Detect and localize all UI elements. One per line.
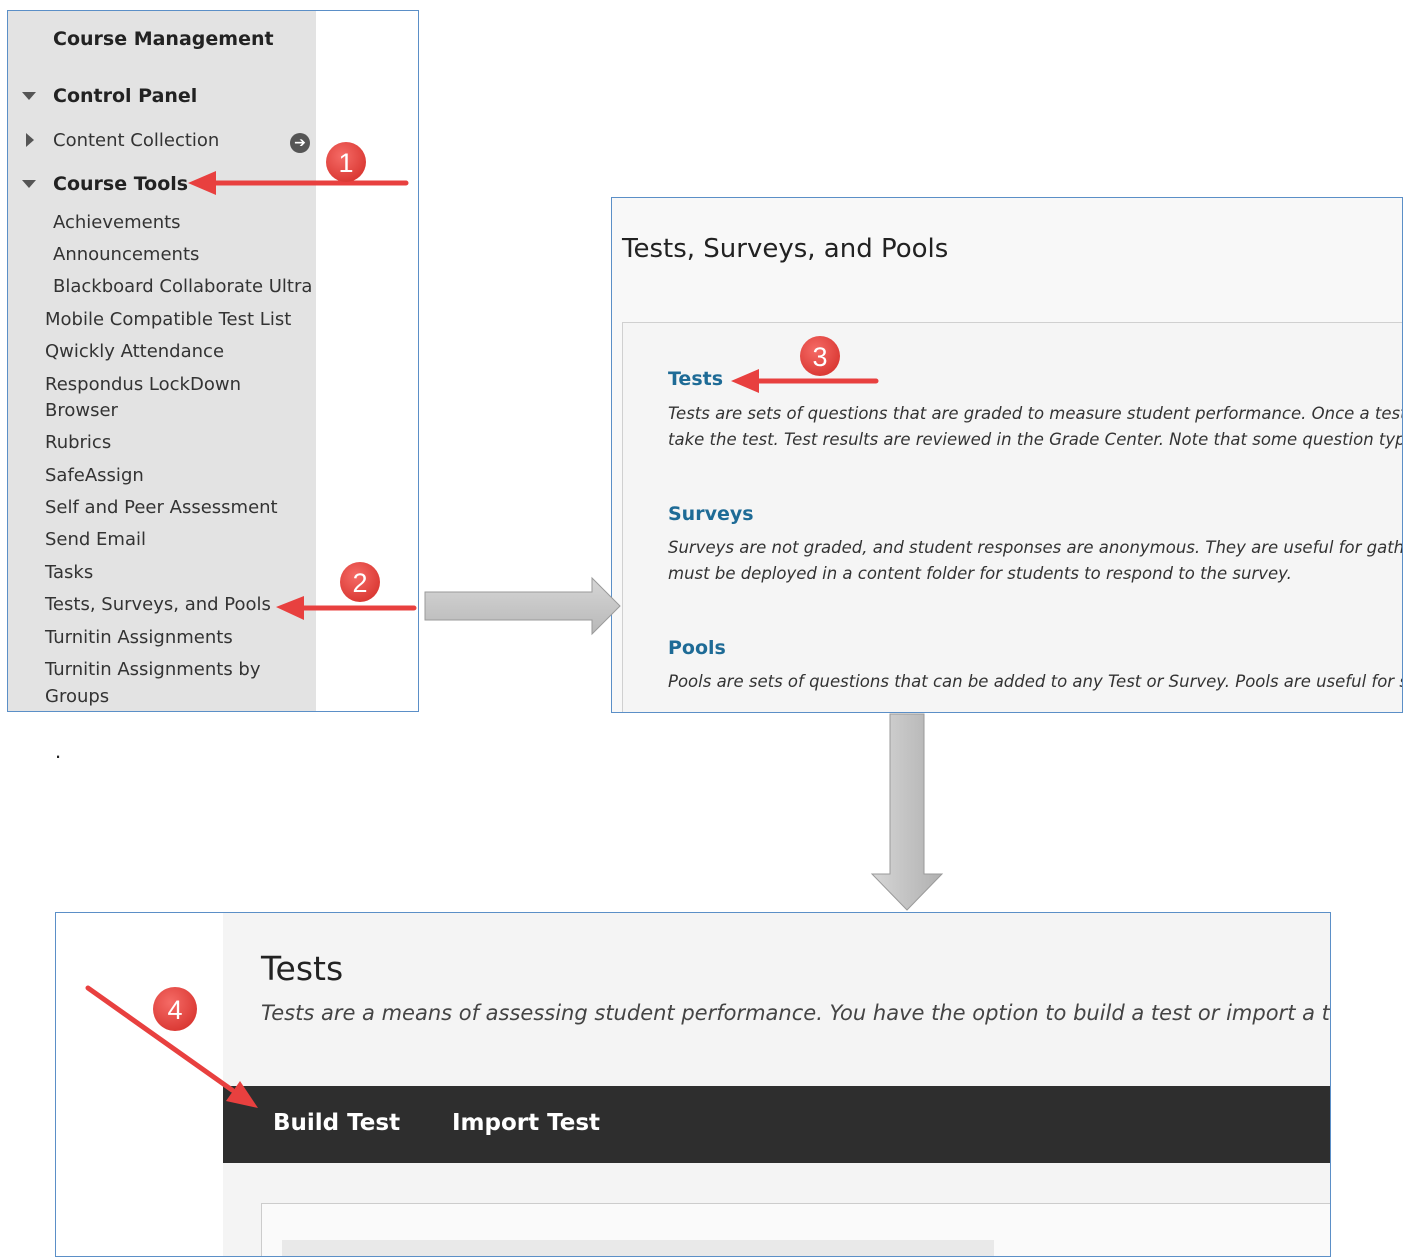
course-management-menu: Course Management Control Panel Content … [8,11,316,711]
menu-item-turnitin-by-groups-cont[interactable]: Groups [45,686,109,708]
page-description: Tests are a means of assessing student p… [261,1001,1331,1025]
menu-item-qwickly-attendance[interactable]: Qwickly Attendance [45,341,224,363]
action-bar: Build Test Import Test [223,1086,1330,1163]
menu-item-respondus-lockdown[interactable]: Respondus LockDown [45,374,241,396]
build-test-button[interactable]: Build Test [273,1110,400,1136]
tests-content-area: Tests Tests are a means of assessing stu… [223,913,1331,1256]
stray-dot: . [55,738,62,763]
import-test-button[interactable]: Import Test [452,1110,600,1136]
tsp-content-box: Tests Tests are sets of questions that a… [622,322,1403,712]
menu-item-turnitin-by-groups[interactable]: Turnitin Assignments by [45,659,261,681]
tests-list-container [261,1203,1330,1256]
surveys-description: Surveys are not graded, and student resp… [668,538,1403,557]
menu-item-turnitin-assignments[interactable]: Turnitin Assignments [45,627,233,649]
menu-item-rubrics[interactable]: Rubrics [45,432,111,454]
control-panel-heading[interactable]: Control Panel [53,85,197,107]
tests-surveys-pools-panel: Tests, Surveys, and Pools Tests Tests ar… [611,197,1403,713]
flow-arrow-right-icon [424,576,621,636]
menu-item-announcements[interactable]: Announcements [53,244,199,266]
course-tools-heading[interactable]: Course Tools [53,173,188,195]
tests-list-header [282,1240,994,1256]
menu-item-mobile-test-list[interactable]: Mobile Compatible Test List [45,309,291,331]
content-collection-link[interactable]: Content Collection [53,130,219,152]
surveys-description: must be deployed in a content folder for… [668,564,1292,583]
menu-item-send-email[interactable]: Send Email [45,529,146,551]
course-management-title: Course Management [53,28,274,50]
menu-item-collaborate-ultra[interactable]: Blackboard Collaborate Ultra [53,276,312,298]
menu-item-tests-surveys-pools[interactable]: Tests, Surveys, and Pools [45,594,271,616]
tests-page-panel: Tests Tests are a means of assessing stu… [55,912,1331,1257]
pools-description: Pools are sets of questions that can be … [668,672,1403,691]
expand-triangle-icon[interactable] [26,133,34,147]
course-management-panel: Course Management Control Panel Content … [7,10,419,712]
surveys-link[interactable]: Surveys [668,503,754,525]
menu-item-self-peer-assessment[interactable]: Self and Peer Assessment [45,497,278,519]
arrow-circle-icon[interactable]: ➔ [290,133,310,153]
tests-link[interactable]: Tests [668,368,723,390]
page-title: Tests, Surveys, and Pools [622,234,949,264]
menu-item-achievements[interactable]: Achievements [53,212,181,234]
collapse-triangle-icon[interactable] [22,92,36,100]
collapse-triangle-icon[interactable] [22,180,36,188]
tests-description: Tests are sets of questions that are gra… [668,404,1403,423]
menu-item-safeassign[interactable]: SafeAssign [45,465,144,487]
flow-arrow-down-icon [870,713,944,911]
menu-item-tasks[interactable]: Tasks [45,562,93,584]
pools-link[interactable]: Pools [668,637,726,659]
page-title: Tests [261,949,344,988]
menu-item-respondus-lockdown-cont[interactable]: Browser [45,400,118,422]
tests-description: take the test. Test results are reviewed… [668,430,1403,449]
